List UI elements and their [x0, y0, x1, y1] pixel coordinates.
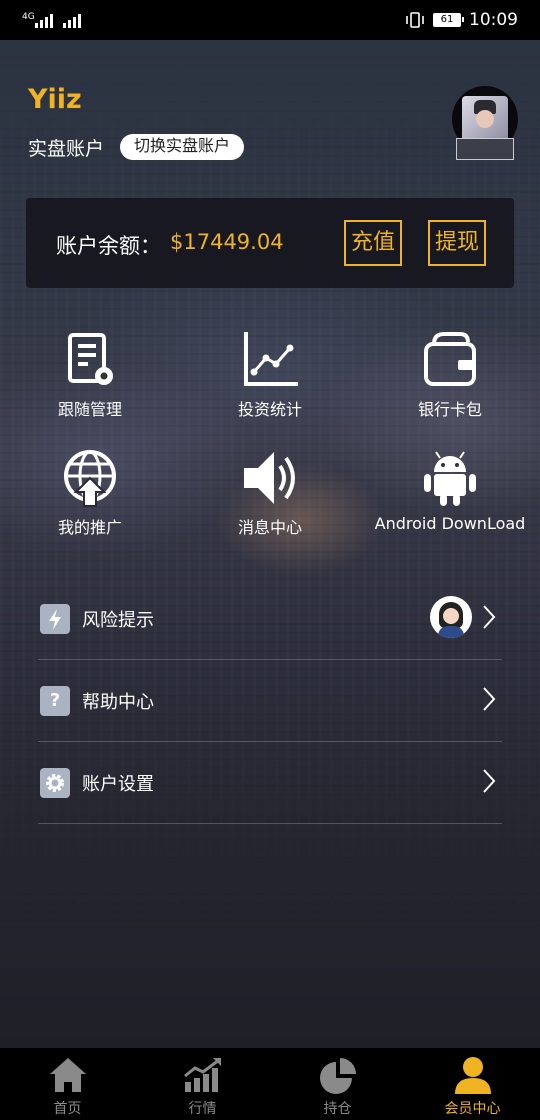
- home-icon: [48, 1056, 88, 1094]
- speaker-icon: [240, 448, 300, 508]
- status-bar: 4G 61 10:09: [0, 0, 540, 40]
- question-icon: ?: [40, 686, 70, 716]
- tab-label: 会员中心: [444, 1101, 501, 1117]
- recharge-button[interactable]: 充值: [344, 220, 403, 266]
- wallet-icon: [420, 330, 480, 390]
- grid-label: Android DownLoad: [374, 514, 526, 533]
- avatar-photo: [462, 96, 508, 142]
- globe-upload-icon: [60, 448, 120, 508]
- balance-value: $17449.04: [170, 230, 284, 254]
- grid-label: 银行卡包: [417, 400, 482, 419]
- clock: 10:09: [469, 10, 518, 30]
- menu-item-help-center[interactable]: ? 帮助中心: [38, 660, 502, 742]
- signal-icon: [34, 12, 53, 28]
- grid-item-android-download[interactable]: Android DownLoad: [360, 448, 540, 533]
- chevron-right-icon: [483, 769, 496, 793]
- android-icon: [420, 448, 480, 508]
- document-gear-icon: [60, 330, 120, 390]
- grid-item-my-promotion[interactable]: 我的推广: [0, 448, 180, 538]
- tab-member-center[interactable]: 会员中心: [405, 1048, 540, 1120]
- avatar-badge-image: [456, 138, 514, 160]
- lightning-icon: [40, 604, 70, 634]
- withdraw-button[interactable]: 提现: [428, 220, 487, 266]
- balance-card: 账户余额： $17449.04 充值 提现: [26, 198, 514, 288]
- menu-item-risk-warning[interactable]: 风险提示: [38, 578, 502, 660]
- grid-item-investment-stats[interactable]: 投资统计: [180, 330, 360, 420]
- menu-item-label: 风险提示: [82, 610, 154, 631]
- switch-account-button[interactable]: 切换实盘账户: [120, 134, 245, 160]
- pie-chart-icon: [318, 1056, 358, 1094]
- bottom-tab-bar: 首页 行情 持仓 会员中心: [0, 1048, 540, 1120]
- tab-label: 行情: [188, 1101, 217, 1117]
- market-chart-icon: [183, 1056, 223, 1094]
- menu-item-account-settings[interactable]: 账户设置: [38, 742, 502, 824]
- chevron-right-icon: [483, 687, 496, 711]
- menu-item-label: 账户设置: [82, 774, 154, 795]
- account-type-label: 实盘账户: [28, 138, 105, 160]
- tab-label: 首页: [53, 1101, 82, 1117]
- tab-label: 持仓: [323, 1101, 352, 1117]
- user-icon: [453, 1056, 493, 1094]
- tab-positions[interactable]: 持仓: [270, 1048, 405, 1120]
- grid-item-message-center[interactable]: 消息中心: [180, 448, 360, 538]
- grid-label: 投资统计: [237, 400, 302, 419]
- signal-icon-2: [62, 12, 81, 28]
- customer-service-body: [438, 626, 464, 638]
- grid-label: 消息中心: [237, 518, 302, 537]
- customer-service-avatar[interactable]: [430, 596, 472, 638]
- chevron-right-icon: [483, 605, 496, 629]
- network-label: 4G: [22, 12, 35, 22]
- line-chart-icon: [240, 330, 300, 390]
- tab-home[interactable]: 首页: [0, 1048, 135, 1120]
- username: Yiiz: [28, 84, 82, 115]
- vibrate-icon: [406, 12, 424, 28]
- balance-label: 账户余额：: [56, 234, 161, 258]
- gear-icon: [40, 768, 70, 798]
- menu-item-label: 帮助中心: [82, 692, 154, 713]
- grid-item-bank-cards[interactable]: 银行卡包: [360, 330, 540, 420]
- battery-icon: 61: [433, 13, 464, 27]
- grid-label: 跟随管理: [57, 400, 122, 419]
- tab-market[interactable]: 行情: [135, 1048, 270, 1120]
- member-center-page: Yiiz 实盘账户 切换实盘账户 账户余额： $17449.04 充值 提现 跟…: [0, 40, 540, 1048]
- grid-item-follow-management[interactable]: 跟随管理: [0, 330, 180, 420]
- grid-label: 我的推广: [57, 518, 122, 537]
